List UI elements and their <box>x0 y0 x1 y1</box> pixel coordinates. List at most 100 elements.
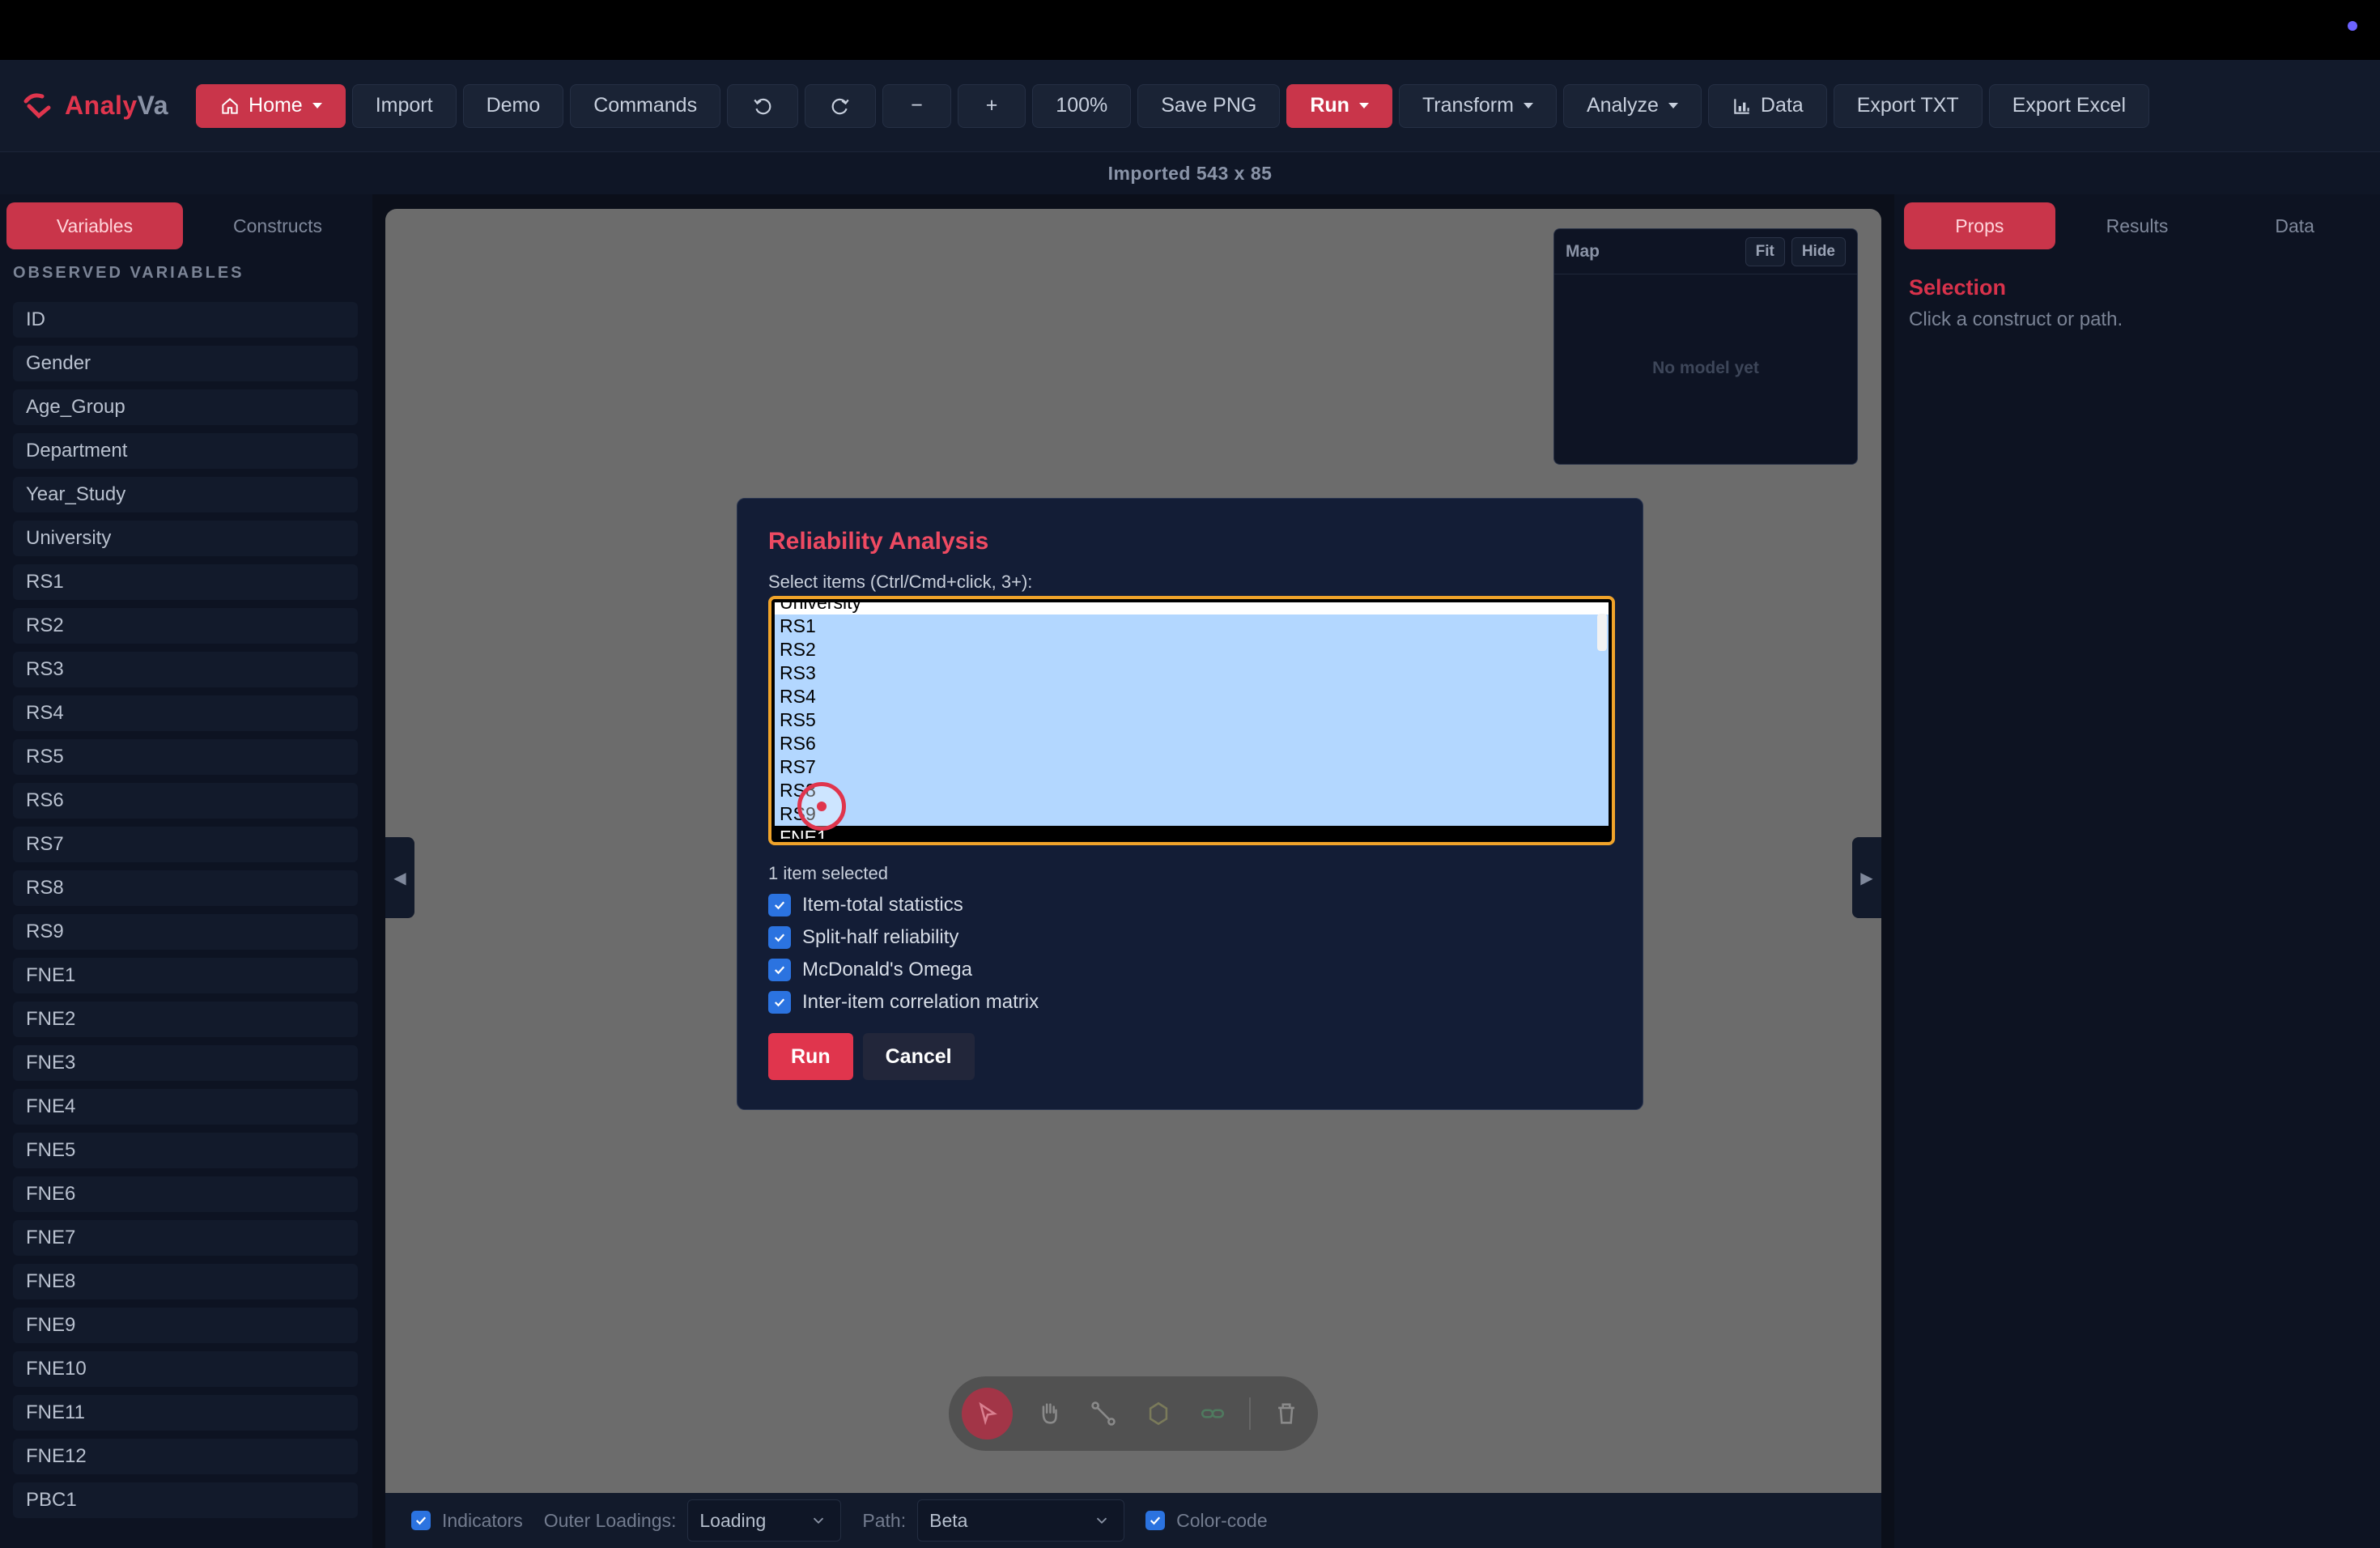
export-txt-button[interactable]: Export TXT <box>1833 83 1983 128</box>
commands-button[interactable]: Commands <box>570 83 721 128</box>
variable-item[interactable]: FNE12 <box>13 1439 358 1474</box>
variable-item[interactable]: FNE9 <box>13 1308 358 1343</box>
transform-label: Transform <box>1422 94 1514 117</box>
zoom-out-button[interactable]: − <box>882 83 951 128</box>
variable-item[interactable]: FNE11 <box>13 1395 358 1431</box>
zoom-in-button[interactable]: + <box>957 83 1026 128</box>
select-tool[interactable] <box>962 1388 1014 1440</box>
data-button[interactable]: Data <box>1707 83 1827 128</box>
variable-item[interactable]: RS9 <box>13 914 358 950</box>
variable-item[interactable]: FNE5 <box>13 1133 358 1168</box>
path-tool[interactable] <box>1086 1395 1122 1432</box>
list-item[interactable]: RS2 <box>775 638 1609 661</box>
variable-item[interactable]: ID <box>13 302 358 338</box>
status-dot <box>2348 21 2357 31</box>
variable-item[interactable]: RS1 <box>13 564 358 600</box>
variable-item[interactable]: University <box>13 521 358 556</box>
list-item[interactable]: RS8 <box>775 779 1609 802</box>
variable-item[interactable]: FNE7 <box>13 1220 358 1256</box>
variable-item[interactable]: FNE2 <box>13 1002 358 1037</box>
collapse-right-handle[interactable]: ▶ <box>1852 837 1881 918</box>
items-listbox[interactable]: University RS1 RS2 RS3 RS4 RS5 RS6 RS7 RS8 RS9 FN… <box>768 596 1615 845</box>
reliability-dialog: Reliability Analysis Select items (Ctrl/… <box>737 498 1643 1110</box>
option-checkbox[interactable] <box>768 926 791 949</box>
variable-list: ID Gender Age_Group Department Year_Study Uni… <box>0 302 372 1518</box>
option-checkbox[interactable] <box>768 991 791 1014</box>
variable-item[interactable]: Gender <box>13 346 358 381</box>
color-code-checkbox[interactable] <box>1145 1511 1166 1530</box>
run-button[interactable]: Run <box>768 1033 853 1080</box>
save-png-button[interactable]: Save PNG <box>1137 83 1281 128</box>
data-label: Data <box>1760 94 1804 117</box>
import-button[interactable]: Import <box>351 83 457 128</box>
collapse-left-handle[interactable]: ◀ <box>385 837 414 918</box>
run-menu-button[interactable]: Run <box>1286 83 1392 128</box>
tab-variables[interactable]: Variables <box>6 202 183 249</box>
pan-tool[interactable] <box>1031 1395 1067 1432</box>
listbox-scrollbar[interactable] <box>1597 614 1607 651</box>
color-code-label: Color-code <box>1176 1509 1268 1531</box>
demo-button[interactable]: Demo <box>462 83 564 128</box>
variable-item[interactable]: RS3 <box>13 652 358 687</box>
variable-item[interactable]: RS5 <box>13 739 358 775</box>
list-item[interactable]: University <box>775 602 1609 615</box>
option-label: Split-half reliability <box>802 926 959 948</box>
variable-item[interactable]: RS6 <box>13 783 358 819</box>
variable-item[interactable]: RS8 <box>13 870 358 906</box>
list-item[interactable]: RS1 <box>775 615 1609 638</box>
chevron-down-icon <box>814 1517 824 1525</box>
variable-item[interactable]: FNE10 <box>13 1351 358 1387</box>
delete-tool[interactable] <box>1269 1395 1305 1432</box>
undo-button[interactable] <box>727 83 799 128</box>
list-item[interactable]: RS4 <box>775 685 1609 708</box>
variable-item[interactable]: PBC1 <box>13 1482 358 1518</box>
analyze-label: Analyze <box>1586 94 1659 117</box>
tab-constructs[interactable]: Constructs <box>189 202 366 249</box>
variable-item[interactable]: Year_Study <box>13 477 358 512</box>
zoom-level[interactable]: 100% <box>1032 83 1132 128</box>
indicators-checkbox[interactable] <box>411 1511 431 1530</box>
outer-loadings-select[interactable]: Loading <box>687 1499 842 1542</box>
tab-data[interactable]: Data <box>2219 202 2370 249</box>
link-tool[interactable] <box>1194 1395 1230 1432</box>
export-excel-button[interactable]: Export Excel <box>1988 83 2150 128</box>
redo-button[interactable] <box>805 83 877 128</box>
tab-results[interactable]: Results <box>2062 202 2213 249</box>
variable-item[interactable]: RS2 <box>13 608 358 644</box>
transform-menu-button[interactable]: Transform <box>1398 83 1557 128</box>
status-message: Imported 543 x 85 <box>0 152 2380 194</box>
list-item[interactable]: RS3 <box>775 661 1609 685</box>
variable-item[interactable]: Age_Group <box>13 389 358 425</box>
connect-icon <box>1091 1401 1116 1426</box>
right-panel: Props Results Data Selection Click a con… <box>1894 194 2380 1548</box>
cancel-button[interactable]: Cancel <box>862 1033 975 1080</box>
variable-item[interactable]: FNE8 <box>13 1264 358 1299</box>
construct-tool[interactable] <box>1140 1395 1176 1432</box>
list-item[interactable]: RS6 <box>775 732 1609 755</box>
variable-item[interactable]: Department <box>13 433 358 469</box>
path-label: Path: <box>862 1509 907 1531</box>
minimap-fit-button[interactable]: Fit <box>1745 236 1785 266</box>
variable-item[interactable]: FNE4 <box>13 1089 358 1125</box>
variable-item[interactable]: FNE3 <box>13 1045 358 1081</box>
variable-item[interactable]: RS4 <box>13 695 358 731</box>
list-item[interactable]: RS5 <box>775 708 1609 732</box>
variable-item[interactable]: RS7 <box>13 827 358 862</box>
left-sidebar: Variables Constructs OBSERVED VARIABLES … <box>0 194 372 1548</box>
option-label: Inter-item correlation matrix <box>802 991 1039 1013</box>
option-checkbox[interactable] <box>768 959 791 981</box>
analyze-menu-button[interactable]: Analyze <box>1562 83 1702 128</box>
list-item[interactable]: RS9 <box>775 802 1609 826</box>
home-button[interactable]: Home <box>196 83 346 128</box>
minimap-hide-button[interactable]: Hide <box>1791 236 1846 266</box>
variable-item[interactable]: FNE1 <box>13 958 358 993</box>
option-checkbox[interactable] <box>768 894 791 916</box>
list-item[interactable]: FNE1 <box>775 826 1609 839</box>
option-label: McDonald's Omega <box>802 959 972 980</box>
bar-chart-icon <box>1734 98 1749 114</box>
path-select[interactable]: Beta <box>917 1499 1125 1542</box>
list-item[interactable]: RS7 <box>775 755 1609 779</box>
variable-item[interactable]: FNE6 <box>13 1176 358 1212</box>
tab-props[interactable]: Props <box>1904 202 2055 249</box>
outer-loadings-value: Loading <box>699 1509 767 1531</box>
